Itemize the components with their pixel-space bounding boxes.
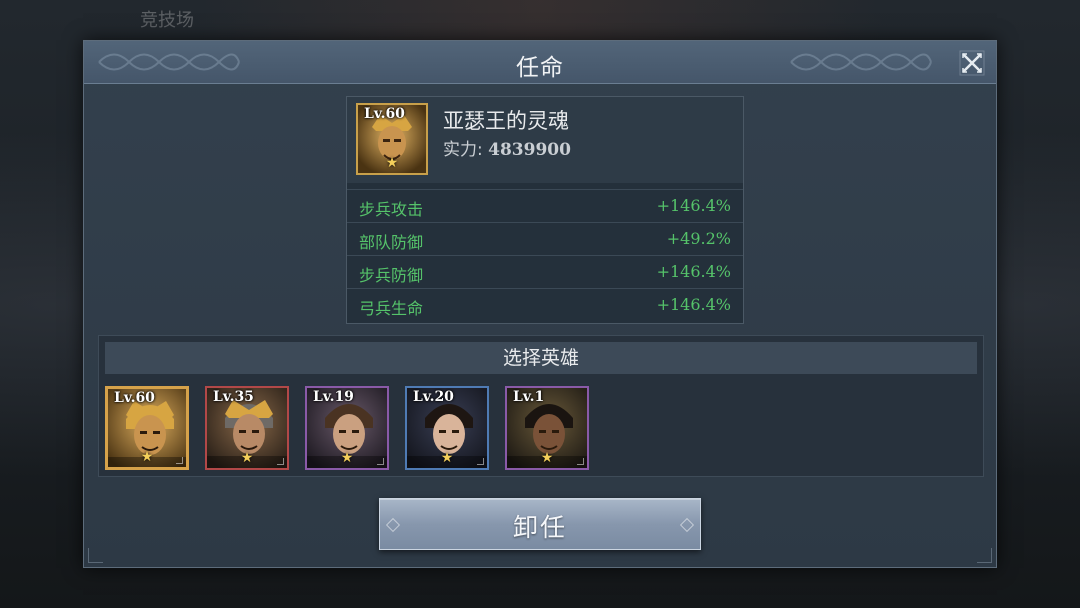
stat-value: +146.4% [656, 196, 731, 215]
star-icon: ★ [540, 450, 554, 466]
stat-label: 弓兵生命 [359, 299, 424, 318]
hero-level: Lv.19 [313, 389, 354, 405]
stat-value: +146.4% [656, 262, 731, 281]
hero-info-panel: Lv.60 ★ 亚瑟王的灵魂 实力: 4839900 步兵攻击 +146.4% … [346, 96, 744, 324]
star-icon: ★ [140, 449, 154, 465]
stat-value: +146.4% [656, 295, 731, 314]
dismiss-button-label: 卸任 [512, 513, 567, 542]
stat-row: 步兵防御 +146.4% [347, 255, 743, 288]
appoint-dialog: 任命 Lv.60 ★ 亚瑟王的灵魂 实力: 4839900 步兵攻击 +146.… [83, 40, 997, 568]
knot-ornament-icon [790, 53, 932, 71]
hero-card[interactable]: Lv.19 ★ [305, 386, 389, 470]
hero-level: Lv.35 [213, 389, 254, 405]
corner-mark-icon [377, 458, 384, 465]
hero-card[interactable]: Lv.60 ★ [105, 386, 189, 470]
stat-row: 弓兵生命 +146.4% [347, 288, 743, 321]
hero-power: 实力: 4839900 [443, 135, 571, 160]
dialog-title-bar: 任命 [84, 41, 996, 84]
stat-value: +49.2% [666, 229, 731, 248]
star-icon: ★ [340, 450, 354, 466]
corner-mark-icon [477, 458, 484, 465]
hero-card[interactable]: Lv.1 ★ [505, 386, 589, 470]
corner-mark-icon [277, 458, 284, 465]
power-value: 4839900 [488, 140, 571, 160]
select-heroes-panel: 选择英雄 Lv.60 ★ Lv.35 ★ Lv.19 ★ Lv.20 ★ Lv.1 ★ [98, 335, 984, 477]
hero-level: Lv.60 [114, 390, 155, 406]
hero-card[interactable]: Lv.35 ★ [205, 386, 289, 470]
stat-label: 步兵攻击 [359, 200, 424, 219]
power-label: 实力: [443, 140, 483, 160]
select-heroes-title: 选择英雄 [105, 342, 977, 374]
hero-level: Lv.20 [413, 389, 454, 405]
background-title: 竞技场 [140, 10, 194, 31]
stat-row: 步兵攻击 +146.4% [347, 189, 743, 222]
hero-portrait: Lv.60 ★ [356, 103, 428, 175]
hero-info-header: Lv.60 ★ 亚瑟王的灵魂 实力: 4839900 [347, 97, 743, 183]
hero-level: Lv.60 [364, 106, 405, 122]
dismiss-button[interactable]: 卸任 [379, 498, 701, 550]
close-icon[interactable] [958, 49, 986, 77]
corner-ornament-icon [977, 548, 992, 563]
stat-label: 步兵防御 [359, 266, 424, 285]
hero-name: 亚瑟王的灵魂 [443, 109, 569, 133]
corner-mark-icon [176, 457, 183, 464]
hero-card[interactable]: Lv.20 ★ [405, 386, 489, 470]
corner-ornament-icon [88, 548, 103, 563]
hero-level: Lv.1 [513, 389, 545, 405]
star-icon: ★ [240, 450, 254, 466]
stat-label: 部队防御 [359, 233, 424, 252]
corner-mark-icon [577, 458, 584, 465]
star-icon: ★ [440, 450, 454, 466]
star-icon: ★ [385, 155, 399, 171]
stat-row: 部队防御 +49.2% [347, 222, 743, 255]
